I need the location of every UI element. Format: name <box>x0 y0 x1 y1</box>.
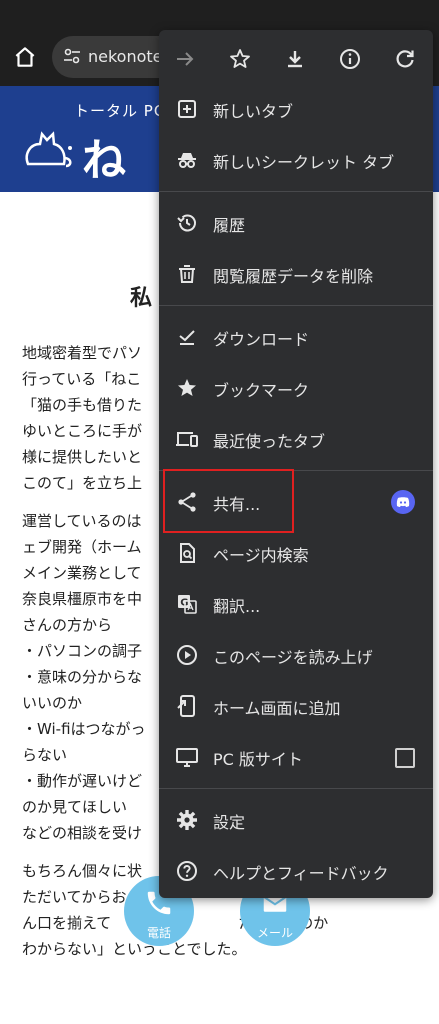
mail-button-label: メール <box>256 926 293 940</box>
menu-item-label: ダウンロード <box>213 330 310 349</box>
menu-item-label: ブックマーク <box>213 381 310 400</box>
menu-item-label: ホーム画面に追加 <box>213 699 341 718</box>
bookmark-star-icon <box>178 379 196 396</box>
site-tagline: トータル PC <box>74 102 166 120</box>
menu-item-label: PC 版サイト <box>213 750 303 769</box>
menu-item-read-aloud[interactable]: このページを読み上げ <box>159 630 433 680</box>
url-text: nekonote. <box>88 47 168 66</box>
menu-divider <box>159 305 433 306</box>
menu-item-new-tab[interactable]: 新しいタブ <box>159 84 433 134</box>
article-heading: 私 <box>130 286 153 311</box>
menu-divider <box>159 788 433 789</box>
find-in-page-icon <box>180 543 195 563</box>
desktop-site-checkbox[interactable] <box>395 748 415 768</box>
menu-item-label: 翻訳... <box>213 597 261 616</box>
menu-item-add-to-home[interactable]: ホーム画面に追加 <box>159 681 433 731</box>
gear-icon <box>177 810 197 830</box>
menu-item-new-incognito-tab[interactable]: 新しいシークレット タブ <box>159 135 433 185</box>
menu-item-translate[interactable]: G 翻訳... <box>159 579 433 629</box>
devices-icon <box>176 432 198 447</box>
share-highlight-box <box>163 469 294 533</box>
downloads-check-icon <box>179 330 195 345</box>
menu-item-bookmarks[interactable]: ブックマーク <box>159 363 433 413</box>
menu-item-label: 閲覧履歴データを削除 <box>213 267 374 286</box>
menu-item-settings[interactable]: 設定 <box>159 795 433 845</box>
history-icon <box>177 214 196 232</box>
add-to-home-icon <box>177 695 195 717</box>
menu-item-label: このページを読み上げ <box>213 648 373 667</box>
help-icon <box>177 861 197 881</box>
article-paragraph: 運営しているのは ェブ開発（ホーム メイン業務として 奈良県橿原市を中 さんの方… <box>22 512 146 842</box>
menu-item-find-in-page[interactable]: ページ内検索 <box>159 528 433 578</box>
menu-item-label: 新しいタブ <box>213 102 294 121</box>
menu-item-label: ヘルプとフィードバック <box>213 864 389 883</box>
menu-item-label: 履歴 <box>213 216 246 235</box>
new-tab-icon <box>178 100 196 118</box>
menu-item-label: 最近使ったタブ <box>213 432 326 451</box>
home-icon[interactable] <box>12 44 38 70</box>
menu-divider <box>159 191 433 192</box>
discord-icon[interactable] <box>391 490 415 514</box>
menu-item-label: 設定 <box>213 813 246 832</box>
download-icon[interactable] <box>283 47 307 71</box>
article-paragraph: 地域密着型でパソ 行っている「ねこ 「猫の手も借りた ゆいところに手が 様に提供… <box>22 344 143 492</box>
call-button-label: 電話 <box>146 926 171 940</box>
menu-item-help-feedback[interactable]: ヘルプとフィードバック <box>159 846 433 896</box>
translate-icon: G <box>178 595 197 614</box>
incognito-icon <box>178 153 196 168</box>
menu-toolbar <box>159 30 433 88</box>
info-icon[interactable] <box>338 47 362 71</box>
refresh-icon[interactable] <box>393 47 417 71</box>
menu-item-label: 新しいシークレット タブ <box>213 153 395 172</box>
browser-overflow-menu: 新しいタブ 新しいシークレット タブ 履歴 閲覧履歴データを削除 ダウンロード … <box>159 30 433 898</box>
trash-icon <box>179 265 195 283</box>
menu-item-desktop-site[interactable]: PC 版サイト <box>159 732 433 782</box>
menu-item-clear-browsing-data[interactable]: 閲覧履歴データを削除 <box>159 249 433 299</box>
desktop-icon <box>176 748 198 767</box>
tune-icon[interactable] <box>62 46 82 66</box>
cat-logo-icon <box>25 131 72 168</box>
site-logo-text: ね <box>82 135 126 186</box>
star-icon[interactable] <box>228 47 252 71</box>
menu-item-label: ページ内検索 <box>213 546 309 565</box>
menu-item-downloads[interactable]: ダウンロード <box>159 312 433 362</box>
menu-item-history[interactable]: 履歴 <box>159 198 433 248</box>
play-circle-icon <box>177 645 197 665</box>
menu-item-recent-tabs[interactable]: 最近使ったタブ <box>159 414 433 464</box>
forward-icon[interactable] <box>173 47 197 71</box>
